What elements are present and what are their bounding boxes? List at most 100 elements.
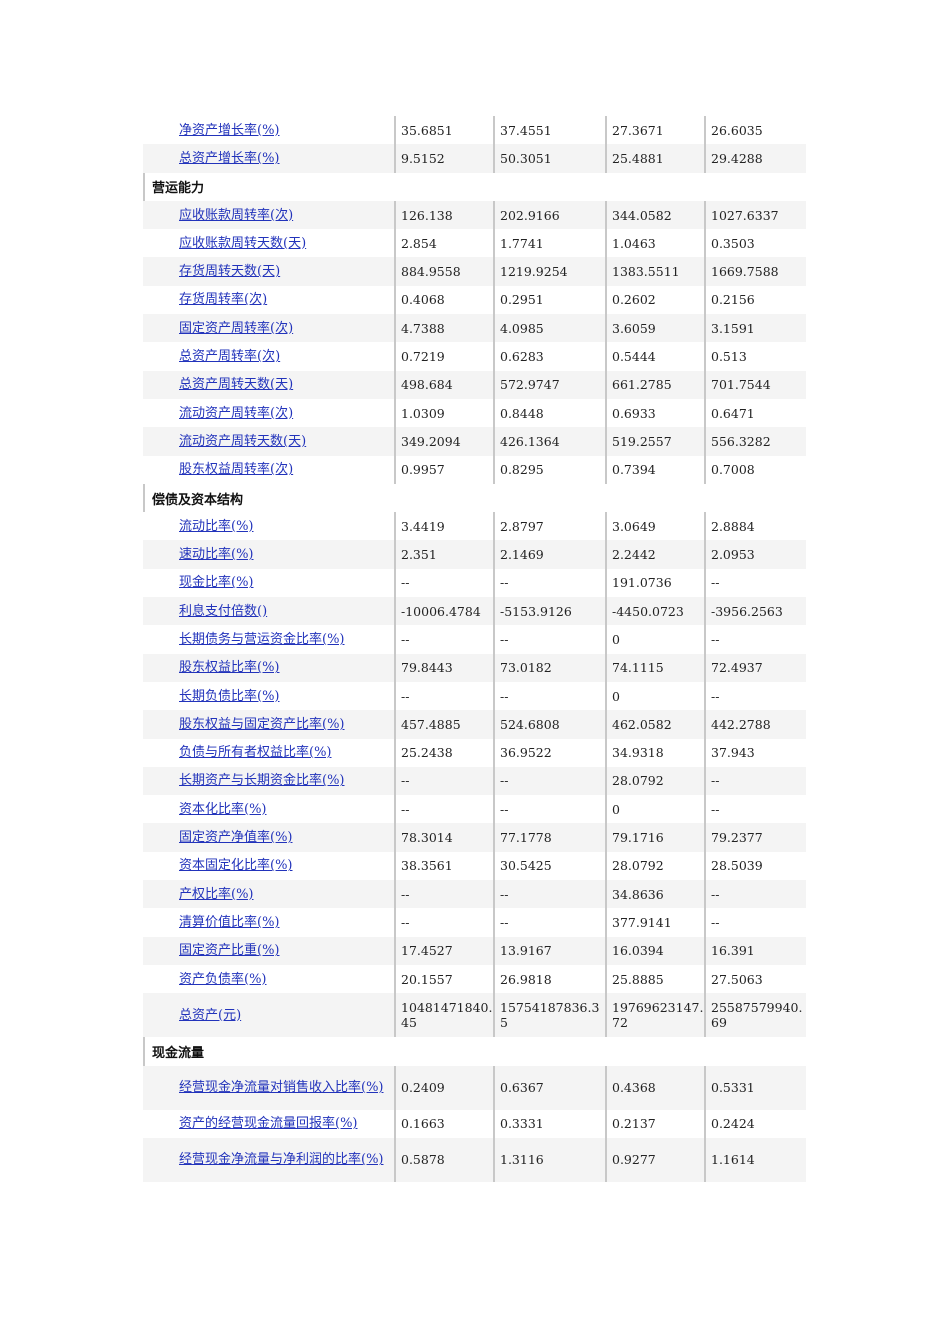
metric-cell: 股东权益与固定资产比率(%) [143,710,396,739]
metric-cell: 股东权益周转率(次) [143,455,396,484]
value-cell: 25.8885 [607,964,706,994]
metric-link[interactable]: 长期负债比率(%) [179,689,280,704]
value-cell: 426.1364 [495,427,607,456]
value-cell: 661.2785 [607,370,706,399]
section-header: 偿债及资本结构 [143,483,806,513]
value-cell: -10006.4784 [396,597,495,626]
metric-cell: 速动比率(%) [143,540,396,569]
metric-link[interactable]: 经营现金净流量与净利润的比率(%) [179,1152,384,1167]
metric-link[interactable]: 现金比率(%) [179,575,254,590]
metric-link[interactable]: 流动资产周转率(次) [179,406,293,421]
metric-cell: 产权比率(%) [143,880,396,909]
metric-cell: 固定资产比重(%) [143,936,396,965]
value-cell: 29.4288 [711,150,763,166]
metric-link[interactable]: 长期资产与长期资金比率(%) [179,773,345,788]
value-cell: 34.9318 [607,738,706,767]
value-cell: -- [396,568,495,598]
metric-link[interactable]: 应收账款周转率(次) [179,208,293,223]
metric-link[interactable]: 固定资产周转率(次) [179,321,293,336]
metric-link[interactable]: 资产负债率(%) [179,972,267,987]
table-row: 产权比率(%) -- -- 34.8636 -- [143,880,806,909]
metric-cell: 总资产周转率(次) [143,342,396,371]
value-cell: 2.8797 [495,512,607,541]
metric-link[interactable]: 资本固定化比率(%) [179,858,293,873]
metric-link[interactable]: 总资产周转率(次) [179,349,280,364]
section-header: 现金流量 [143,1037,806,1066]
value-cell: 25.4881 [607,144,706,173]
metric-cell: 总资产周转天数(天) [143,370,396,399]
metric-link[interactable]: 资产的经营现金流量回报率(%) [179,1116,358,1131]
metric-link[interactable]: 固定资产净值率(%) [179,830,293,845]
table-row: 资本固定化比率(%) 38.3561 30.5425 28.0792 28.5039 [143,851,806,881]
metric-link[interactable]: 负债与所有者权益比率(%) [179,745,332,760]
metric-link[interactable]: 应收账款周转天数(天) [179,236,306,251]
metric-link[interactable]: 流动资产周转天数(天) [179,434,306,449]
metric-link[interactable]: 股东权益周转率(次) [179,462,293,477]
value-cell: -- [396,681,495,711]
value-cell: -- [396,766,495,796]
metric-cell: 股东权益比率(%) [143,653,396,682]
metric-link[interactable]: 总资产增长率(%) [179,151,280,166]
section-title: 营运能力 [152,181,205,197]
metric-link[interactable]: 产权比率(%) [179,887,254,902]
metric-cell: 长期资产与长期资金比率(%) [143,766,396,796]
table-row: 资本化比率(%) -- -- 0 -- [143,795,806,824]
value-cell: -- [711,688,720,704]
value-cell: 1027.6337 [711,207,779,223]
value-cell: 0.7394 [607,455,706,484]
metric-link[interactable]: 利息支付倍数() [179,604,267,619]
metric-link[interactable]: 净资产增长率(%) [179,123,280,138]
value-cell: 73.0182 [495,653,607,682]
table-row: 资产负债率(%) 20.1557 26.9818 25.8885 27.5063 [143,964,806,994]
metric-link[interactable]: 清算价值比率(%) [179,915,280,930]
metric-link[interactable]: 存货周转天数(天) [179,264,280,279]
value-cell: 0.3503 [711,235,755,251]
metric-link[interactable]: 股东权益与固定资产比率(%) [179,717,345,732]
metric-link[interactable]: 长期债务与营运资金比率(%) [179,632,345,647]
value-cell: 0.8295 [495,455,607,484]
value-cell: 462.0582 [607,710,706,739]
value-cell: 35.6851 [396,116,495,145]
metric-link[interactable]: 固定资产比重(%) [179,943,280,958]
value-cell: -- [495,681,607,711]
value-cell: 0.2409 [396,1065,495,1110]
table-row: 负债与所有者权益比率(%) 25.2438 36.9522 34.9318 37.943 [143,738,806,767]
value-cell: 79.2377 [711,830,763,846]
value-cell: 0.6283 [495,342,607,371]
value-cell: -- [495,625,607,654]
metric-link[interactable]: 经营现金净流量对销售收入比率(%) [179,1080,384,1095]
value-cell: -- [711,575,720,591]
metric-link[interactable]: 速动比率(%) [179,547,254,562]
table-row: 股东权益周转率(次) 0.9957 0.8295 0.7394 0.7008 [143,455,806,484]
value-cell: 30.5425 [495,851,607,881]
metric-link[interactable]: 股东权益比率(%) [179,660,280,675]
metric-cell: 现金比率(%) [143,568,396,598]
value-cell: 0.4068 [396,285,495,315]
metric-link[interactable]: 流动比率(%) [179,519,254,534]
value-cell: 701.7544 [711,377,771,393]
value-cell: 0.2156 [711,292,755,308]
metric-link[interactable]: 资本化比率(%) [179,802,267,817]
metric-link[interactable]: 总资产(元) [179,1008,241,1023]
value-cell: 0 [607,795,706,824]
table-row: 存货周转率(次) 0.4068 0.2951 0.2602 0.2156 [143,285,806,315]
value-cell: 20.1557 [396,964,495,994]
table-row: 净资产增长率(%) 35.6851 37.4551 27.3671 26.6035 [143,116,806,145]
table-row: 股东权益比率(%) 79.8443 73.0182 74.1115 72.4937 [143,653,806,682]
value-cell: -5153.9126 [495,597,607,626]
table-row: 速动比率(%) 2.351 2.1469 2.2442 2.0953 [143,540,806,569]
metric-link[interactable]: 总资产周转天数(天) [179,377,293,392]
metric-cell: 资产负债率(%) [143,964,396,994]
value-cell: 0.2137 [607,1109,706,1138]
value-cell: 19769623147.72 [607,993,706,1038]
section-header: 营运能力 [143,172,806,201]
metric-link[interactable]: 存货周转率(次) [179,292,267,307]
table-row: 应收账款周转率(次) 126.138 202.9166 344.0582 1027.63… [143,200,806,230]
value-cell: 37.4551 [495,116,607,145]
value-cell: 3.6059 [607,314,706,343]
value-cell: 0.9277 [607,1137,706,1182]
value-cell: -- [711,631,720,647]
table-row: 总资产周转率(次) 0.7219 0.6283 0.5444 0.513 [143,342,806,371]
table-row: 经营现金净流量对销售收入比率(%) 0.2409 0.6367 0.4368 0.533… [143,1065,806,1110]
metric-cell: 存货周转天数(天) [143,257,396,286]
